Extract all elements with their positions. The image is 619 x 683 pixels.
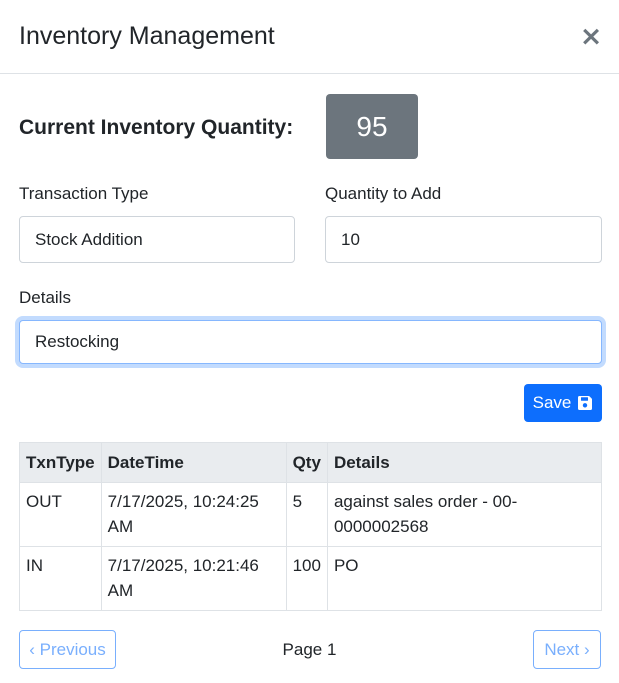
next-page-button[interactable]: Next › bbox=[533, 630, 601, 669]
column-header-txntype: TxnType bbox=[19, 442, 102, 483]
inventory-modal: Inventory Management × Current Inventory… bbox=[0, 0, 619, 683]
close-icon: × bbox=[579, 21, 603, 52]
cell-datetime: 7/17/2025, 10:21:46 AM bbox=[100, 546, 287, 611]
close-button[interactable]: × bbox=[578, 22, 604, 52]
floppy-disk-icon bbox=[578, 396, 593, 410]
cell-datetime: 7/17/2025, 10:24:25 AM bbox=[100, 482, 287, 547]
transaction-type-label: Transaction Type bbox=[19, 184, 149, 203]
column-header-datetime: DateTime bbox=[100, 442, 287, 483]
details-field[interactable] bbox=[19, 320, 602, 364]
page-indicator: Page 1 bbox=[282, 640, 337, 659]
current-inventory-badge: 95 bbox=[326, 94, 418, 159]
modal-title: Inventory Management bbox=[19, 22, 275, 50]
quantity-field[interactable] bbox=[325, 216, 602, 263]
transaction-type-field[interactable] bbox=[19, 216, 295, 263]
details-label: Details bbox=[19, 288, 71, 307]
cell-txntype: OUT bbox=[19, 482, 102, 547]
quantity-label: Quantity to Add bbox=[325, 184, 442, 203]
transactions-table: TxnType DateTime Qty Details OUT 7/17/20… bbox=[19, 442, 603, 611]
column-header-qty: Qty bbox=[285, 442, 328, 483]
table-row: IN 7/17/2025, 10:21:46 AM 100 PO bbox=[19, 546, 603, 611]
cell-txntype: IN bbox=[19, 546, 102, 611]
modal-header: Inventory Management × bbox=[0, 0, 619, 74]
cell-qty: 5 bbox=[285, 482, 328, 547]
table-header-row: TxnType DateTime Qty Details bbox=[19, 442, 603, 483]
table-row: OUT 7/17/2025, 10:24:25 AM 5 against sal… bbox=[19, 482, 603, 547]
cell-details: PO bbox=[326, 546, 603, 611]
current-inventory-label: Current Inventory Quantity: bbox=[19, 116, 294, 139]
save-button-label: Save bbox=[532, 393, 572, 412]
cell-details: against sales order - 00-0000002568 bbox=[326, 482, 603, 547]
save-button[interactable]: Save bbox=[524, 384, 602, 422]
column-header-details: Details bbox=[326, 442, 603, 483]
cell-qty: 100 bbox=[285, 546, 328, 611]
